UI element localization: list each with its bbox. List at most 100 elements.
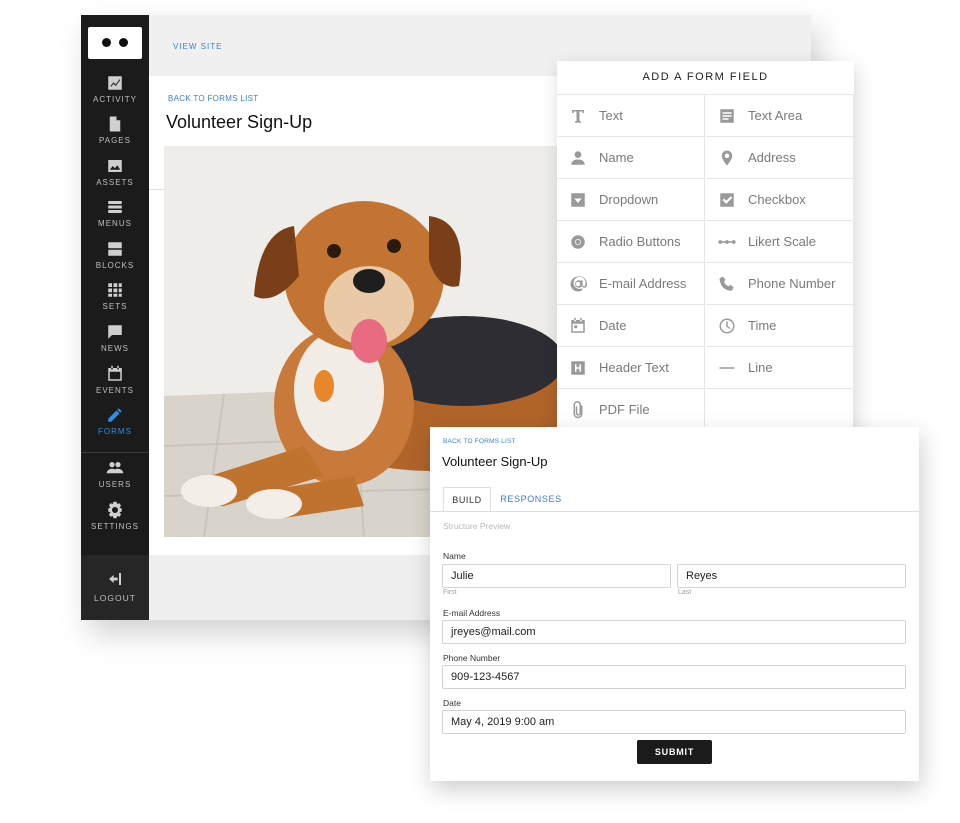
field-type-label: Text <box>599 108 623 123</box>
date-field[interactable]: May 4, 2019 9:00 am <box>442 710 906 734</box>
field-type-line[interactable]: Line <box>706 347 854 389</box>
chat-icon <box>108 325 122 339</box>
sidebar-item-label: MENUS <box>98 219 132 228</box>
image-icon <box>108 160 122 172</box>
sidebar-item-label: BLOCKS <box>95 261 135 270</box>
blocks-icon <box>108 242 122 256</box>
field-type-label: Header Text <box>599 360 669 375</box>
sidebar-item-events[interactable]: EVENTS <box>81 365 149 405</box>
divider <box>149 189 164 190</box>
field-type-label: Time <box>748 318 777 333</box>
field-type-address[interactable]: Address <box>706 137 854 179</box>
radio-icon <box>571 235 585 249</box>
field-type-label: Dropdown <box>599 192 659 207</box>
logo[interactable] <box>88 27 142 59</box>
sidebar-item-settings[interactable]: SETTINGS <box>81 501 149 541</box>
location-pin-icon <box>721 150 733 166</box>
page-title: Volunteer Sign-Up <box>166 112 313 132</box>
logout-button[interactable]: LOGOUT <box>81 555 149 620</box>
logo-dot-icon <box>119 38 128 47</box>
first-name-field[interactable]: Julie <box>442 564 671 588</box>
field-type-checkbox[interactable]: Checkbox <box>706 179 854 221</box>
clock-icon <box>719 318 735 334</box>
field-type-name[interactable]: Name <box>557 137 705 179</box>
email-label: E-mail Address <box>443 608 501 618</box>
field-type-email[interactable]: E-mail Address <box>557 263 705 305</box>
sidebar-item-label: ASSETS <box>96 178 134 187</box>
last-name-sublabel: Last <box>678 589 692 596</box>
field-type-likert-scale[interactable]: Likert Scale <box>706 221 854 263</box>
sidebar: ACTIVITY PAGES ASSETS MENUS BLOCKS SETS … <box>81 15 149 620</box>
menu-list-icon <box>108 201 122 213</box>
field-type-time[interactable]: Time <box>706 305 854 347</box>
submit-button[interactable]: SUBMIT <box>637 740 712 764</box>
first-name-sublabel: First <box>443 589 457 596</box>
sidebar-item-assets[interactable]: ASSETS <box>81 157 149 197</box>
back-to-forms-link[interactable]: BACK TO FORMS LIST <box>443 438 516 445</box>
structure-preview-label: Structure Preview <box>443 521 511 531</box>
sidebar-item-label: PAGES <box>99 136 131 145</box>
likert-scale-icon <box>718 240 736 244</box>
panel-title: ADD A FORM FIELD <box>557 61 854 95</box>
calendar-icon <box>571 317 585 333</box>
email-field[interactable]: jreyes@mail.com <box>442 620 906 644</box>
gear-icon <box>108 501 122 519</box>
sidebar-item-forms[interactable]: FORMS <box>81 406 149 446</box>
sidebar-item-pages[interactable]: PAGES <box>81 115 149 155</box>
users-icon <box>106 462 124 474</box>
at-sign-icon <box>570 276 587 292</box>
field-type-label: Line <box>748 360 773 375</box>
person-icon <box>571 151 585 165</box>
field-type-phone-number[interactable]: Phone Number <box>706 263 854 305</box>
last-name-field[interactable]: Reyes <box>677 564 906 588</box>
view-site-link[interactable]: VIEW SITE <box>173 42 222 51</box>
phone-field[interactable]: 909-123-4567 <box>442 665 906 689</box>
sidebar-item-menus[interactable]: MENUS <box>81 198 149 238</box>
field-type-pdf-file[interactable]: PDF File <box>557 389 705 431</box>
grid-icon <box>108 283 122 297</box>
tab-build[interactable]: BUILD <box>443 487 491 512</box>
field-type-text[interactable]: Text <box>557 95 705 137</box>
sidebar-item-label: ACTIVITY <box>92 95 137 104</box>
field-cell-empty <box>706 389 854 431</box>
checkbox-icon <box>720 193 734 207</box>
sidebar-item-blocks[interactable]: BLOCKS <box>81 240 149 280</box>
form-builder-card: BACK TO FORMS LIST Volunteer Sign-Up BUI… <box>430 427 919 781</box>
field-type-label: Radio Buttons <box>599 234 681 249</box>
tab-responses[interactable]: RESPONSES <box>498 487 564 512</box>
page-icon <box>109 116 121 132</box>
sidebar-item-users[interactable]: USERS <box>81 459 149 499</box>
field-type-header-text[interactable]: Header Text <box>557 347 705 389</box>
tab-bar-divider <box>430 511 919 512</box>
calendar-icon <box>108 365 122 381</box>
activity-chart-icon <box>108 76 122 90</box>
back-to-forms-link[interactable]: BACK TO FORMS LIST <box>168 94 258 103</box>
dropdown-icon <box>571 193 585 207</box>
field-type-label: Likert Scale <box>748 234 816 249</box>
sidebar-item-activity[interactable]: ACTIVITY <box>81 74 149 114</box>
header-icon <box>571 361 585 375</box>
line-icon <box>719 367 735 369</box>
text-icon <box>572 110 584 123</box>
phone-label: Phone Number <box>443 653 501 663</box>
logout-icon <box>109 573 121 585</box>
field-type-dropdown[interactable]: Dropdown <box>557 179 705 221</box>
date-label: Date <box>443 698 461 708</box>
name-label: Name <box>443 551 466 561</box>
field-type-text-area[interactable]: Text Area <box>706 95 854 137</box>
logo-dot-icon <box>102 38 111 47</box>
sidebar-item-sets[interactable]: SETS <box>81 281 149 321</box>
field-type-date[interactable]: Date <box>557 305 705 347</box>
sidebar-item-news[interactable]: NEWS <box>81 323 149 363</box>
field-type-radio-buttons[interactable]: Radio Buttons <box>557 221 705 263</box>
form-title: Volunteer Sign-Up <box>442 454 548 469</box>
field-type-label: Phone Number <box>748 276 836 291</box>
phone-icon <box>719 276 734 291</box>
field-type-label: Text Area <box>748 108 803 123</box>
field-type-label: E-mail Address <box>599 276 687 291</box>
field-type-label: Address <box>748 150 796 165</box>
sidebar-divider <box>81 452 149 453</box>
field-type-label: Name <box>599 150 634 165</box>
paperclip-icon <box>573 401 583 419</box>
field-type-label: PDF File <box>599 402 650 417</box>
